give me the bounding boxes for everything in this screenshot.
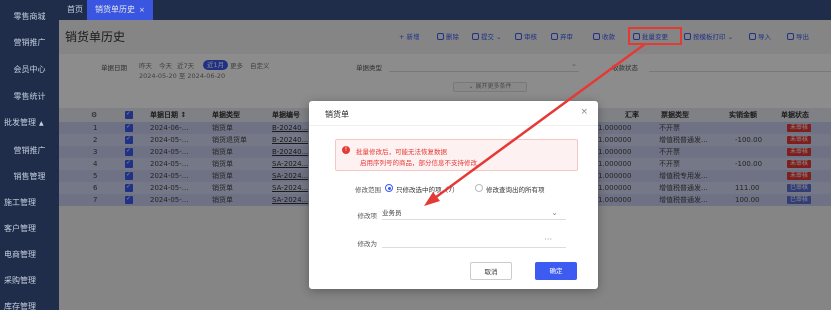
tab-bar: 首页 销货单历史 × [59, 0, 831, 20]
close-icon[interactable]: × [139, 6, 145, 14]
confirm-button[interactable]: 确定 [535, 262, 577, 280]
dialog-divider [309, 125, 598, 126]
sidebar-item-member-center[interactable]: 会员中心 [0, 57, 59, 83]
sidebar-item-purchasing[interactable]: 采购管理 [0, 268, 59, 294]
warning-line-1: 批量修改后，可能无法恢复数据 [356, 148, 447, 156]
field-label: 修改项 [357, 212, 378, 220]
more-icon[interactable]: ··· [544, 233, 552, 247]
scope-label: 修改范围 [355, 186, 381, 194]
chevron-up-icon: ▲ [39, 120, 44, 127]
field-select-value: 业务员 [382, 209, 402, 217]
sidebar-item-sales-management[interactable]: 销售管理 [0, 164, 59, 190]
to-label: 修改为 [357, 240, 378, 248]
warning-line-2: 启用序列号的商品，部分信息不支持修改 [360, 159, 477, 167]
scope-all-radio[interactable] [475, 184, 483, 192]
chevron-down-icon: ⌄ [551, 208, 558, 217]
annotation-highlight-box [628, 27, 682, 45]
batch-change-dialog: 销货单 × ! 批量修改后，可能无法恢复数据 启用序列号的商品，部分信息不支持修… [309, 101, 598, 289]
tab-sales-history[interactable]: 销货单历史 × [87, 0, 153, 20]
sidebar: 零售商城 营销推广 会员中心 零售统计 批发管理 ▲ 营销推广 销售管理 施工管理… [0, 0, 59, 310]
sidebar-item-marketing[interactable]: 营销推广 [0, 30, 59, 56]
sidebar-group-wholesale[interactable]: 批发管理 ▲ [0, 110, 59, 136]
scope-all-label[interactable]: 修改查询出的所有项 [486, 184, 545, 194]
sidebar-item-construction[interactable]: 施工管理 [0, 190, 59, 216]
close-icon[interactable]: × [580, 107, 588, 117]
sidebar-item-wholesale-marketing[interactable]: 营销推广 [0, 138, 59, 164]
to-input[interactable]: ··· [382, 234, 566, 248]
sidebar-group-label: 批发管理 [4, 118, 36, 127]
warning-icon: ! [342, 146, 350, 154]
sidebar-item-retail-stats[interactable]: 零售统计 [0, 84, 59, 110]
dialog-title: 销货单 [325, 110, 349, 119]
warning-banner: ! 批量修改后，可能无法恢复数据 启用序列号的商品，部分信息不支持修改 [335, 139, 578, 171]
field-select[interactable]: 业务员 ⌄ [382, 206, 566, 220]
tab-label: 销货单历史 [95, 5, 135, 14]
sidebar-item-customers[interactable]: 客户管理 [0, 216, 59, 242]
cancel-button[interactable]: 取消 [470, 262, 512, 280]
sidebar-item-inventory[interactable]: 库存管理 [0, 294, 59, 310]
sidebar-item-ecommerce[interactable]: 电商管理 [0, 242, 59, 268]
scope-selected-label[interactable]: 只修改选中的项（7） [396, 184, 459, 194]
scope-selected-radio[interactable] [385, 184, 393, 192]
sidebar-item-retail-mall[interactable]: 零售商城 [0, 4, 59, 30]
